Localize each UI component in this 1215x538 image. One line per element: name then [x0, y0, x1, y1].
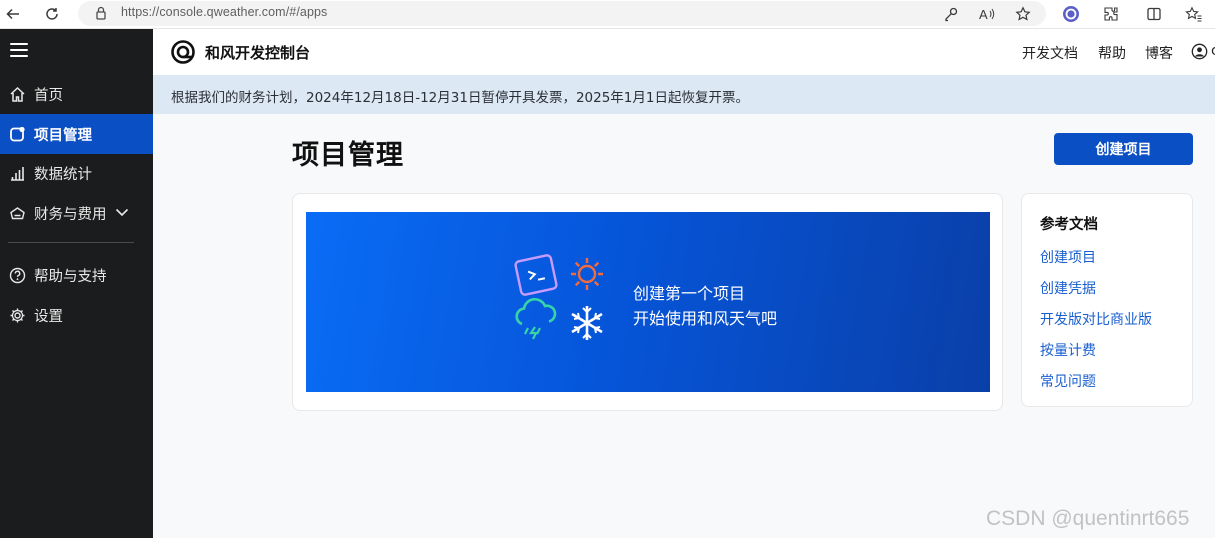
sidebar-divider — [8, 242, 134, 243]
notice-banner: 根据我们的财务计划，2024年12月18日-12月31日暂停开具发票，2025年… — [153, 75, 1215, 114]
sidebar-item-projects[interactable]: 项目管理 — [0, 114, 153, 154]
nav-link-docs[interactable]: 开发文档 — [1022, 43, 1078, 63]
sidebar-item-help[interactable]: 帮助与支持 — [0, 255, 153, 295]
extensions-icon[interactable] — [1101, 4, 1121, 24]
read-aloud-icon[interactable]: A — [977, 4, 997, 24]
top-header: 和风开发控制台 开发文档 帮助 博客 c — [153, 29, 1215, 75]
svg-text:A: A — [979, 7, 988, 22]
notice-text: 根据我们的财务计划，2024年12月18日-12月31日暂停开具发票，2025年… — [171, 90, 749, 106]
doc-link-create-project[interactable]: 创建项目 — [1040, 247, 1096, 267]
sidebar-item-finance[interactable]: 财务与费用 — [0, 193, 153, 233]
project-icon — [8, 125, 26, 143]
nav-link-help[interactable]: 帮助 — [1098, 43, 1126, 63]
sidebar-item-statistics[interactable]: 数据统计 — [0, 153, 153, 193]
gear-icon — [8, 306, 26, 324]
sidebar-item-settings[interactable]: 设置 — [0, 295, 153, 335]
sidebar-item-label: 项目管理 — [34, 127, 92, 144]
banner-subtitle: 开始使用和风天气吧 — [633, 309, 778, 328]
home-icon — [8, 85, 26, 103]
extension-badge-icon[interactable] — [1061, 4, 1081, 24]
user-name[interactable]: c — [1211, 43, 1215, 59]
brand[interactable]: 和风开发控制台 — [171, 40, 310, 64]
sidebar-item-label: 帮助与支持 — [34, 268, 107, 285]
lock-icon[interactable] — [92, 4, 110, 22]
favorite-icon[interactable] — [1013, 4, 1033, 24]
user-avatar-icon[interactable] — [1191, 43, 1208, 60]
wallet-icon — [8, 204, 26, 222]
page-title: 项目管理 — [292, 140, 404, 171]
help-icon — [8, 266, 26, 284]
reload-icon[interactable] — [42, 4, 62, 24]
sidebar-item-label: 财务与费用 — [34, 206, 107, 223]
split-screen-icon[interactable] — [1144, 4, 1164, 24]
projects-card: 创建第一个项目 开始使用和风天气吧 — [292, 193, 1003, 411]
banner-title: 创建第一个项目 — [633, 284, 746, 303]
doc-link-create-credential[interactable]: 创建凭据 — [1040, 278, 1096, 298]
bar-chart-icon — [8, 164, 26, 182]
nav-link-blog[interactable]: 博客 — [1145, 43, 1173, 63]
docs-title: 参考文档 — [1040, 217, 1098, 233]
address-bar[interactable]: https://console.qweather.com/#/apps — [78, 1, 1046, 26]
sidebar-item-label: 设置 — [34, 308, 63, 325]
weather-illustration-icon — [514, 254, 603, 340]
brand-title: 和风开发控制台 — [205, 43, 311, 62]
sidebar-item-home[interactable]: 首页 — [0, 74, 153, 114]
main-content: 项目管理 创建项目 创建第一个项目 开始使用和风天气吧 参考文档 创建项目 创建… — [153, 114, 1215, 538]
hamburger-menu-icon[interactable] — [10, 43, 28, 57]
sidebar-item-label: 数据统计 — [34, 166, 92, 183]
browser-toolbar: https://console.qweather.com/#/apps A — [0, 0, 1215, 29]
sidebar: 首页 项目管理 数据统计 财务与费用 帮助与支持 设置 — [0, 29, 153, 538]
doc-link-faq[interactable]: 常见问题 — [1040, 371, 1096, 391]
reference-docs-card: 参考文档 创建项目 创建凭据 开发版对比商业版 按量计费 常见问题 — [1021, 193, 1193, 407]
chevron-down-icon[interactable] — [115, 205, 129, 221]
create-project-button[interactable]: 创建项目 — [1054, 133, 1193, 165]
favorites-icon[interactable] — [1184, 4, 1204, 24]
key-icon[interactable] — [941, 4, 961, 24]
back-icon[interactable] — [3, 4, 23, 24]
empty-state-banner[interactable]: 创建第一个项目 开始使用和风天气吧 — [306, 212, 990, 392]
watermark: CSDN @quentinrt665 — [986, 507, 1190, 530]
doc-link-pay-as-you-go[interactable]: 按量计费 — [1040, 340, 1096, 360]
doc-link-compare-editions[interactable]: 开发版对比商业版 — [1040, 309, 1152, 329]
url-text[interactable]: https://console.qweather.com/#/apps — [121, 5, 327, 19]
qweather-logo-icon — [171, 40, 195, 64]
sidebar-item-label: 首页 — [34, 87, 63, 104]
